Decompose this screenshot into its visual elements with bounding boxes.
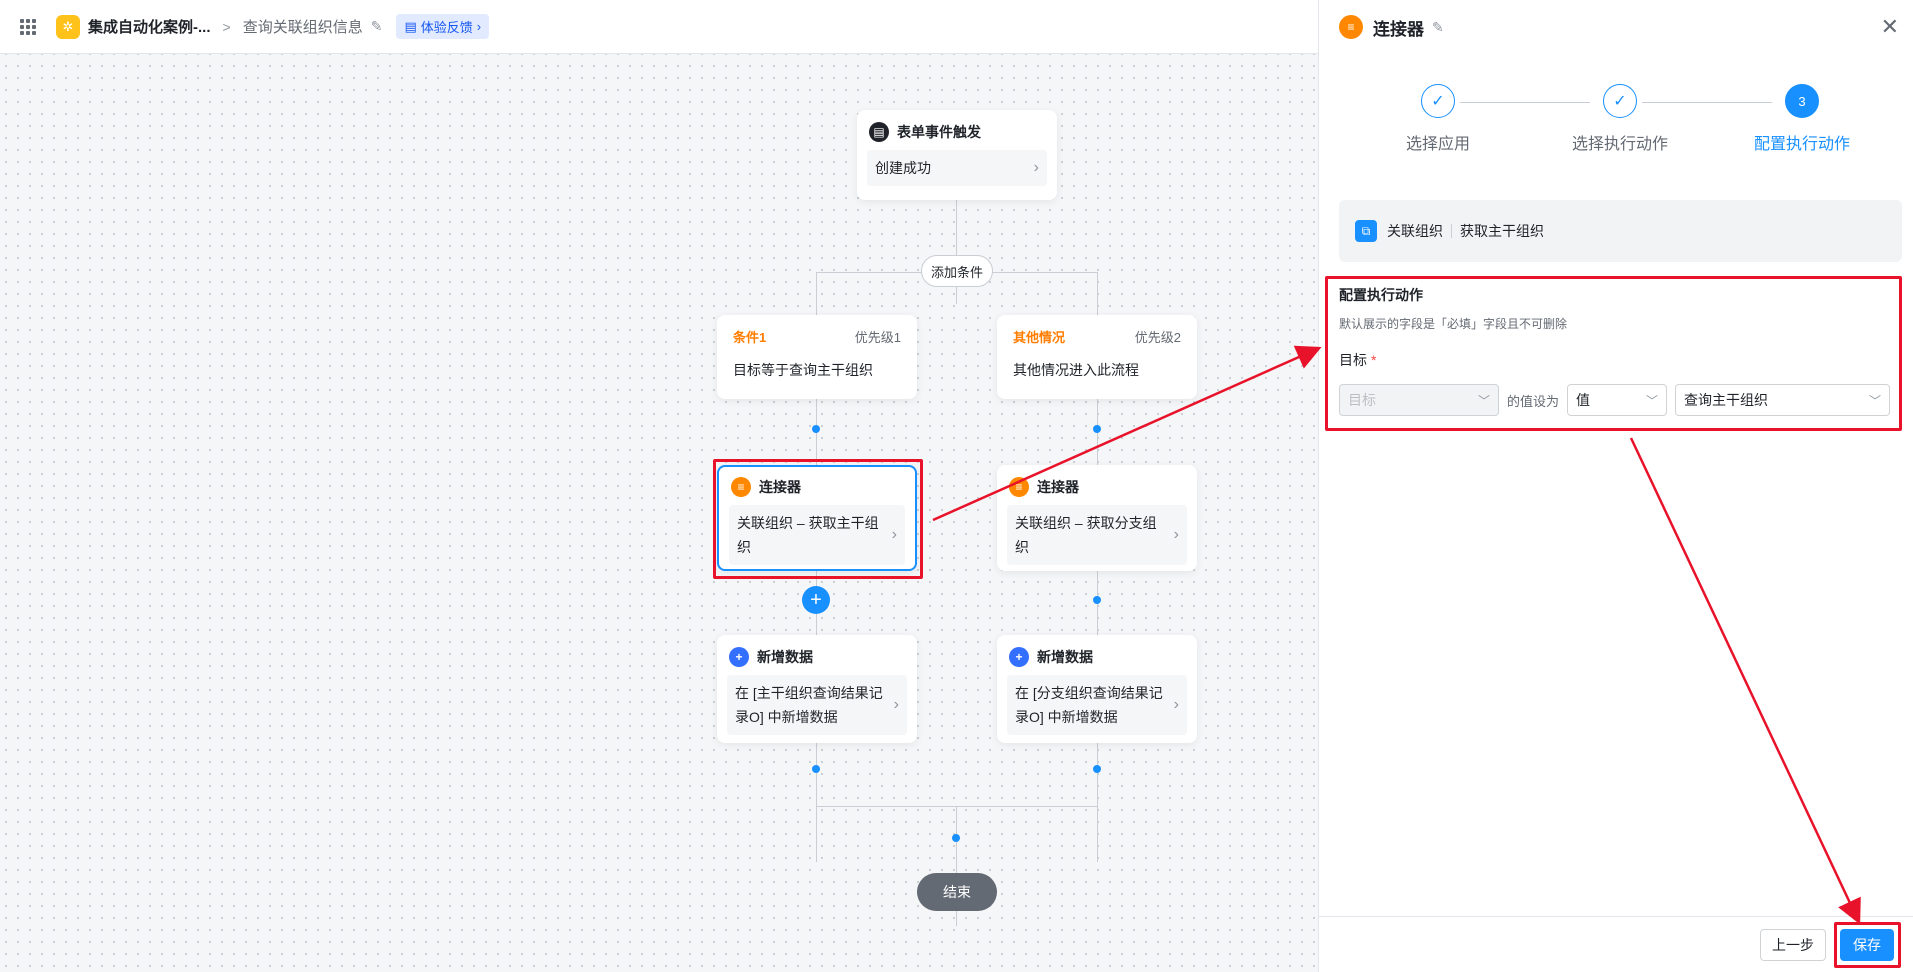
chevron-right-icon: › [1173, 696, 1179, 713]
edit-icon[interactable]: ✎ [1432, 19, 1444, 36]
plus-icon: + [1009, 647, 1029, 667]
flow-dot [1093, 596, 1101, 604]
connector-icon: ≡ [1009, 477, 1029, 497]
flow-line [956, 196, 957, 304]
condition-desc: 其他情况进入此流程 [1013, 362, 1139, 378]
step-label: 选择应用 [1405, 136, 1470, 153]
selected-app-action: ⧉ 关联组织 获取主干组织 [1339, 200, 1902, 262]
feedback-label: 体验反馈 [420, 20, 473, 35]
flow-canvas[interactable]: ▤ 表单事件触发 创建成功 › 添加条件 条件1 优先级1 目标等于查询主干组织… [0, 54, 1318, 972]
close-icon[interactable]: ✕ [1881, 14, 1899, 40]
end-node[interactable]: 结束 [917, 873, 997, 911]
annotation-highlight [1834, 922, 1901, 968]
prev-step-button[interactable]: 上一步 [1760, 929, 1826, 961]
add-data-node-2[interactable]: + 新增数据 在 [分支组织查询结果记录O] 中新增数据 › [997, 635, 1197, 743]
connector-icon: ≡ [1339, 15, 1363, 39]
stepper: ✓ 选择应用 ✓ 选择执行动作 3 配置执行动作 [1319, 84, 1913, 164]
check-icon: ✓ [1603, 84, 1637, 118]
step-select-action[interactable]: ✓ 选择执行动作 [1550, 84, 1690, 154]
page-title: 查询关联组织信息 [242, 19, 363, 36]
chevron-right-icon: › [893, 696, 899, 713]
flow-dot [812, 425, 820, 433]
annotation-highlight [1325, 276, 1902, 431]
condition-label: 条件1 [733, 330, 767, 345]
edit-icon[interactable]: ✎ [371, 18, 383, 35]
chevron-right-icon: > [222, 18, 231, 35]
step-number: 3 [1785, 84, 1819, 118]
panel-footer: 上一步 保存 [1319, 916, 1913, 972]
flow-dot [1093, 425, 1101, 433]
condition-desc: 目标等于查询主干组织 [733, 362, 873, 378]
app-icon: ⧉ [1355, 220, 1377, 242]
connector-node-2[interactable]: ≡ 连接器 关联组织 – 获取分支组织 › [997, 465, 1197, 571]
chevron-right-icon: › [1033, 159, 1039, 176]
apps-grid-icon[interactable] [20, 18, 36, 35]
condition-node-2[interactable]: 其他情况 优先级2 其他情况进入此流程 [997, 315, 1197, 399]
step-select-app[interactable]: ✓ 选择应用 [1368, 84, 1508, 154]
condition-priority: 优先级2 [1134, 330, 1181, 345]
add-data-desc: 在 [分支组织查询结果记录O] 中新增数据 [1015, 685, 1163, 725]
flow-dot [812, 765, 820, 773]
plus-icon: + [729, 647, 749, 667]
connector-title: 连接器 [1037, 479, 1079, 495]
condition-node-1[interactable]: 条件1 优先级1 目标等于查询主干组织 [717, 315, 917, 399]
add-node-button[interactable]: + [802, 586, 830, 614]
add-data-desc: 在 [主干组织查询结果记录O] 中新增数据 [735, 685, 883, 725]
connector-config-panel: ≡ 连接器 ✎ ✕ ✓ 选择应用 ✓ 选择执行动作 3 配置执行动作 ⧉ 关联组… [1318, 0, 1913, 972]
add-data-node-1[interactable]: + 新增数据 在 [主干组织查询结果记录O] 中新增数据 › [717, 635, 917, 743]
feedback-icon: ▤ [404, 18, 417, 34]
flow-dot [1093, 765, 1101, 773]
app-name[interactable]: 集成自动化案例-... [88, 16, 211, 37]
add-condition-button[interactable]: 添加条件 [921, 255, 993, 287]
add-data-title: 新增数据 [757, 649, 813, 665]
step-configure-action[interactable]: 3 配置执行动作 [1732, 84, 1872, 154]
flow-dot [952, 834, 960, 842]
trigger-title: 表单事件触发 [897, 124, 981, 140]
top-header: ✲ 集成自动化案例-... > 查询关联组织信息 ✎ ▤ 体验反馈 › [0, 0, 1318, 54]
condition-priority: 优先级1 [854, 330, 901, 345]
step-label: 选择执行动作 [1571, 136, 1668, 153]
app-name: 关联组织 [1387, 223, 1443, 239]
chevron-right-icon: › [1173, 526, 1179, 543]
form-icon: ▤ [869, 122, 889, 142]
chevron-right-icon: › [476, 19, 482, 34]
app-logo-icon: ✲ [56, 14, 80, 39]
step-label: 配置执行动作 [1753, 136, 1850, 153]
trigger-node[interactable]: ▤ 表单事件触发 创建成功 › [857, 110, 1057, 200]
annotation-highlight [713, 459, 923, 579]
trigger-event: 创建成功 [875, 160, 931, 176]
flow-line [816, 806, 1098, 807]
condition-label: 其他情况 [1013, 330, 1066, 345]
divider [1451, 224, 1452, 238]
add-data-title: 新增数据 [1037, 649, 1093, 665]
check-icon: ✓ [1421, 84, 1455, 118]
action-name: 获取主干组织 [1460, 223, 1544, 239]
connector-action: 关联组织 – 获取分支组织 [1015, 515, 1157, 555]
feedback-button[interactable]: ▤ 体验反馈 › [396, 14, 490, 39]
panel-title: 连接器 [1373, 19, 1424, 39]
